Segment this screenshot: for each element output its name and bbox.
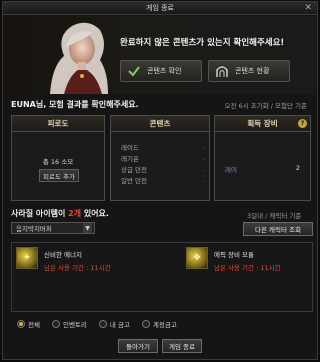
character-select-value: 음지박지버퍼 <box>16 225 52 233</box>
list-item: 레기온 - <box>121 155 205 163</box>
expiring-items-list: ✦ 신비한 에너지 남은 사용 기간 : 11시간 ❖ 에픽 장비 모듈 남은 … <box>11 242 313 312</box>
radio-icon <box>51 320 60 328</box>
content-title: 콘텐츠 <box>111 116 209 132</box>
game-exit-window: 게임 종료 ✕ 완료하지 않은 콘텐츠가 있는지 확인해주세요! 콘텐츠 확인 <box>2 1 318 360</box>
content-list: 레이드 - 레기온 - 상급 던전 - 일반 던전 - <box>121 143 205 187</box>
help-icon[interactable]: ? <box>298 119 307 128</box>
character-portrait <box>50 22 108 94</box>
list-item: 일반 던전 - <box>121 177 205 185</box>
checklist-icon <box>127 64 141 78</box>
item-name: 신비한 에너지 <box>44 251 82 259</box>
fatigue-total: 총 16 소모 <box>42 158 74 166</box>
list-item: 레이드 - <box>121 144 205 152</box>
fatigue-title: 피로도 <box>12 116 104 132</box>
gate-icon <box>215 64 229 78</box>
hero-message: 완료하지 않은 콘텐츠가 있는지 확인해주세요! <box>120 38 285 48</box>
content-panel: 콘텐츠 레이드 - 레기온 - 상급 던전 - 일반 던전 - <box>110 115 210 201</box>
list-item[interactable]: ❖ 에픽 장비 모듈 남은 사용 기간 : 11시간 <box>186 247 310 273</box>
gear-row-rare: 레어 2 <box>225 164 300 174</box>
fatigue-panel: 피로도 총 16 소모 피로도 추가 <box>11 115 105 201</box>
result-meta: 오전 6시 초기화 / 모험단 기준 <box>224 102 307 110</box>
close-icon[interactable]: ✕ <box>304 3 312 13</box>
radio-icon <box>98 320 107 328</box>
lost-items-heading: 사라질 아이템이 2개 있어요. <box>11 209 109 218</box>
character-select[interactable]: 음지박지버퍼 ▼ <box>11 222 95 234</box>
filter-my-vault[interactable]: 내 금고 <box>98 319 130 329</box>
radio-icon <box>17 320 25 328</box>
lost-items-meta: 3일내 / 캐릭터 기준 <box>247 212 302 220</box>
item-period: 남은 사용 기간 : 11시간 <box>44 264 111 272</box>
hero-banner: 완료하지 않은 콘텐츠가 있는지 확인해주세요! 콘텐츠 확인 콘텐츠 현황 <box>4 16 316 94</box>
filter-inventory[interactable]: 인벤토리 <box>51 319 87 329</box>
content-check-button[interactable]: 콘텐츠 확인 <box>120 60 202 82</box>
content-status-label: 콘텐츠 현황 <box>235 67 270 75</box>
chevron-down-icon: ▼ <box>83 223 92 233</box>
title-bar: 게임 종료 ✕ <box>3 2 317 15</box>
gear-title: 획득 장비 <box>215 116 310 132</box>
add-fatigue-button[interactable]: 피로도 추가 <box>39 169 79 182</box>
quit-game-button[interactable]: 게임 종료 <box>162 339 202 353</box>
location-filter: 전체 인벤토리 내 금고 계정금고 <box>17 319 177 329</box>
item-period: 남은 사용 기간 : 11시간 <box>214 264 281 272</box>
energy-item-icon: ✦ <box>16 247 38 269</box>
result-heading: EUNA님, 모험 결과를 확인해주세요. <box>11 100 139 109</box>
list-item: 상급 던전 - <box>121 166 205 174</box>
content-status-button[interactable]: 콘텐츠 현황 <box>208 60 290 82</box>
item-name: 에픽 장비 모듈 <box>214 251 255 259</box>
footer-buttons: 돌아가기 게임 종료 <box>3 339 317 353</box>
gear-panel: 획득 장비 ? 레어 2 <box>214 115 311 201</box>
window-title: 게임 종료 <box>146 4 174 12</box>
other-character-button[interactable]: 다른 캐릭터 조회 <box>243 222 313 236</box>
list-item[interactable]: ✦ 신비한 에너지 남은 사용 기간 : 11시간 <box>16 247 156 273</box>
filter-account-vault[interactable]: 계정금고 <box>141 319 177 329</box>
content-check-label: 콘텐츠 확인 <box>147 67 182 75</box>
radio-icon <box>141 320 150 328</box>
module-item-icon: ❖ <box>186 247 208 269</box>
filter-all[interactable]: 전체 <box>17 319 40 329</box>
back-button[interactable]: 돌아가기 <box>118 339 158 353</box>
